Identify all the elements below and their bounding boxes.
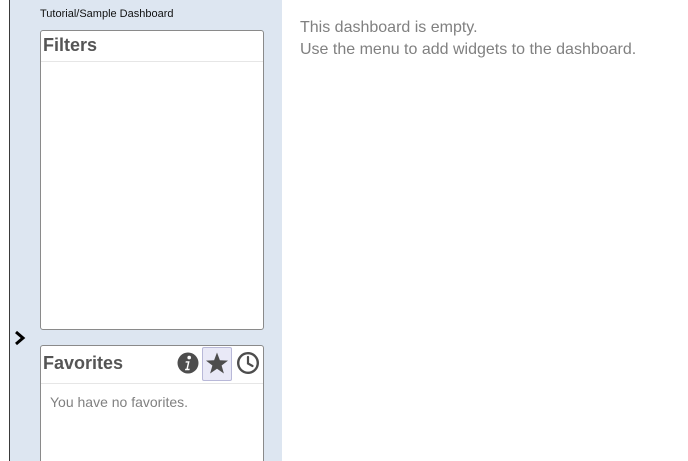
favorites-title: Favorites bbox=[43, 353, 124, 373]
left-edge bbox=[0, 0, 9, 461]
empty-dashboard-message: This dashboard is empty. bbox=[300, 19, 478, 36]
clock-icon bbox=[236, 351, 260, 375]
chevron-right-icon bbox=[15, 330, 26, 346]
history-button[interactable] bbox=[234, 347, 262, 381]
empty-dashboard-hint: Use the menu to add widgets to the dashb… bbox=[300, 41, 637, 58]
filters-panel: Filters bbox=[40, 30, 264, 330]
info-icon bbox=[177, 352, 199, 374]
info-button[interactable] bbox=[174, 347, 202, 381]
filters-header: Filters bbox=[41, 31, 263, 62]
breadcrumb[interactable]: Tutorial/Sample Dashboard bbox=[40, 8, 174, 20]
filters-title: Filters bbox=[43, 35, 98, 55]
favorites-empty-message: You have no favorites. bbox=[50, 394, 189, 410]
favorites-panel: Favorites You have no favorites. bbox=[40, 345, 264, 461]
dashboard-page: Tutorial/Sample Dashboard Filters Favori… bbox=[0, 0, 688, 461]
favorites-star-button[interactable] bbox=[202, 347, 232, 381]
sidebar-collapse-toggle[interactable] bbox=[13, 329, 27, 347]
favorites-header: Favorites bbox=[41, 346, 263, 384]
star-icon bbox=[206, 352, 228, 374]
dashboard-canvas: This dashboard is empty. Use the menu to… bbox=[282, 0, 688, 461]
